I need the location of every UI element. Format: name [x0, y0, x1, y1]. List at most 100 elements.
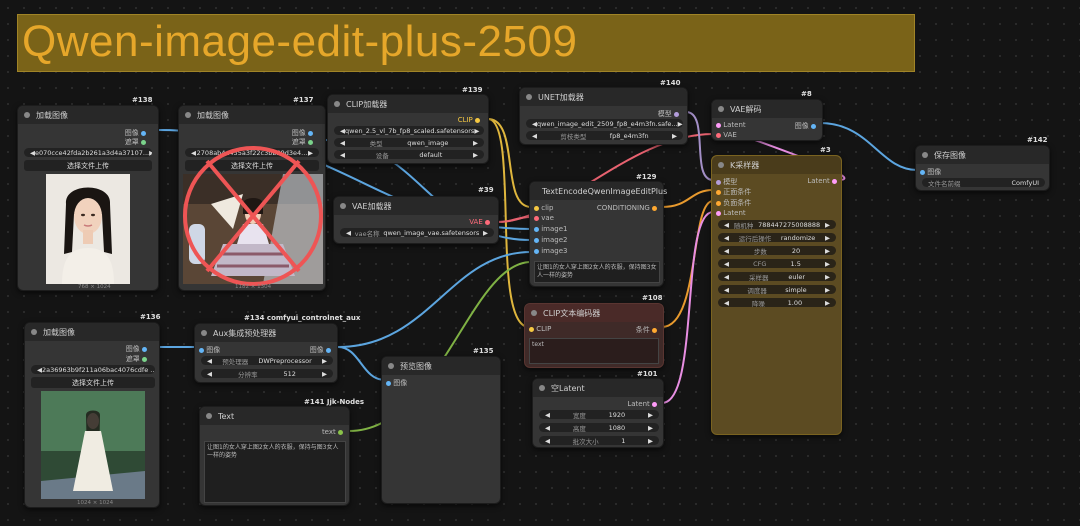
input-image[interactable]: 图像 [920, 167, 941, 177]
device-select[interactable]: ◀ 设备 default ▶ [334, 150, 484, 159]
steps-input[interactable]: ◀ 步数 20 ▶ [718, 246, 836, 255]
image-size-caption: 1182 × 1304 [235, 284, 272, 290]
input-image3[interactable]: image3 [534, 247, 568, 255]
node-text-encode-qwen[interactable]: TextEncodeQwenImageEditPlus clip vae ima… [529, 181, 668, 287]
bypass-cross-icon [183, 146, 323, 286]
output-clip[interactable]: CLIP [458, 116, 480, 124]
scheduler-select[interactable]: ◀ 调度器 simple ▶ [718, 285, 836, 294]
input-clip[interactable]: clip [534, 204, 553, 212]
input-latent[interactable]: Latent [716, 121, 746, 129]
image-preview-forest [41, 391, 145, 499]
text-input[interactable]: 让图1的女人穿上图2女人的衣服，保持与图3女人一样的姿势 [204, 441, 346, 503]
node-aux-preprocessor[interactable]: Aux集成预处理器 图像 图像 ◀ 预处理器 DWPreprocessor ▶ ◀ 分辨… [194, 323, 338, 383]
output-image[interactable]: 图像 [795, 121, 816, 131]
output-mask[interactable]: 遮罩 [125, 137, 146, 147]
node-id-140: #140 [660, 79, 681, 87]
clip-name-select[interactable]: ◀ qwen_2.5_vl_7b_fp8_scaled.safetensors ▶ [334, 126, 484, 135]
node-vae-loader[interactable]: VAE加载器 VAE ◀ vae名称 qwen_image_vae.safetens… [333, 196, 499, 244]
node-title: K采样器 [730, 160, 760, 170]
input-model[interactable]: 模型 [716, 177, 737, 187]
weight-dtype-select[interactable]: ◀ 剪枝类型 fp8_e4m3fn ▶ [526, 131, 683, 140]
denoise-input[interactable]: ◀ 降噪 1.00 ▶ [718, 298, 836, 307]
filename-prefix-input[interactable]: 文件名前缀 ComfyUI [922, 178, 1045, 187]
output-mask[interactable]: 遮罩 [126, 354, 147, 364]
wire-latent-to-sampler [661, 211, 714, 404]
input-vae[interactable]: vae [534, 214, 554, 222]
input-image1[interactable]: image1 [534, 225, 568, 233]
node-title: VAE加载器 [352, 201, 392, 211]
input-latent[interactable]: Latent [716, 209, 746, 217]
node-text[interactable]: Text text 让图1的女人穿上图2女人的衣服，保持与图3女人一样的姿势 [199, 406, 350, 506]
node-load-image-136[interactable]: 加载图像 图像 遮罩 ◀ 2a36963b9f211a06bac4076cdfe … [24, 322, 160, 508]
output-text[interactable]: text [322, 428, 343, 436]
output-conditioning[interactable]: CONDITIONING [597, 204, 657, 212]
node-id-108: #108 [642, 294, 663, 302]
node-unet-loader[interactable]: UNET加载器 模型 ◀ qwen_image_edit_2509_fp8_e4m… [519, 87, 688, 145]
input-clip[interactable]: CLIP [529, 325, 551, 333]
seed-input[interactable]: ◀ 随机种 788447275008888 ▶ [718, 220, 836, 229]
node-id-101: #101 [637, 370, 658, 378]
node-title: CLIP加载器 [346, 99, 388, 109]
upload-button[interactable]: 选择文件上传 [31, 377, 155, 388]
arrow-right-icon: ▶ [149, 148, 152, 157]
upload-button[interactable]: 选择文件上传 [24, 160, 152, 171]
input-vae[interactable]: VAE [716, 131, 737, 139]
input-negative[interactable]: 负面条件 [716, 198, 751, 208]
node-title: 保存图像 [934, 150, 966, 160]
height-input[interactable]: ◀ 高度 1080 ▶ [539, 423, 659, 432]
node-id-135: #135 [473, 347, 494, 355]
negative-prompt-textarea[interactable]: text [529, 338, 659, 364]
output-image[interactable]: 图像 [310, 345, 331, 355]
image-size-caption: 768 × 1024 [78, 284, 111, 290]
node-clip-text-encode[interactable]: CLIP文本编码器 CLIP 条件 text [524, 303, 664, 368]
output-latent[interactable]: Latent [627, 400, 657, 408]
node-title: 空Latent [551, 383, 585, 393]
node-empty-latent[interactable]: 空Latent Latent ◀ 宽度 1920 ▶ ◀ 高度 1080 ▶ ◀ 批次大小 1 ▶ [532, 378, 664, 448]
control-after-generate-select[interactable]: ◀ 运行后操作 randomize ▶ [718, 233, 836, 242]
width-input[interactable]: ◀ 宽度 1920 ▶ [539, 410, 659, 419]
output-conditioning[interactable]: 条件 [636, 325, 657, 335]
node-id-139: #139 [462, 86, 483, 94]
node-save-image[interactable]: 保存图像 图像 文件名前缀 ComfyUI [915, 145, 1050, 191]
node-ksampler[interactable]: K采样器 模型 正面条件 负面条件 Latent Latent ◀ 随机种 7884… [711, 155, 842, 435]
input-positive[interactable]: 正面条件 [716, 187, 751, 197]
file-select[interactable]: ◀2a36963b9f211a06bac4076cdfe ...▶ [31, 365, 155, 374]
node-id-141: #141 Jjk-Nodes [304, 398, 365, 406]
batch-size-input[interactable]: ◀ 批次大小 1 ▶ [539, 436, 659, 445]
output-model[interactable]: 模型 [658, 109, 679, 119]
group-title-banner[interactable]: Qwen-image-edit-plus-2509 [17, 14, 915, 72]
output-vae[interactable]: VAE [469, 218, 490, 226]
resolution-input[interactable]: ◀ 分辨率 512 ▶ [201, 369, 333, 378]
wire-aux-to-encoder [337, 251, 532, 348]
input-image[interactable]: 图像 [386, 378, 407, 388]
wire-cond-neg [661, 200, 714, 328]
cfg-input[interactable]: ◀ CFG 1.5 ▶ [718, 259, 836, 268]
node-title: TextEncodeQwenImageEditPlus [542, 186, 668, 196]
vae-name-select[interactable]: ◀ vae名称 qwen_image_vae.safetensors ▶ [340, 228, 494, 237]
sampler-select[interactable]: ◀ 采样器 euler ▶ [718, 272, 836, 281]
node-clip-loader[interactable]: CLIP加载器 CLIP ◀ qwen_2.5_vl_7b_fp8_scaled.… [327, 94, 489, 164]
node-id-137: #137 [293, 96, 314, 104]
prompt-textarea[interactable]: 让图1的女人穿上图2女人的衣服，保持图3女人一样的姿势 [534, 261, 660, 283]
node-title: Aux集成预处理器 [213, 328, 277, 338]
wire-model [685, 111, 714, 181]
unet-name-select[interactable]: ◀ qwen_image_edit_2509_fp8_e4m3fn.safe...… [526, 119, 683, 128]
file-select[interactable]: ◀ e070cce42fda2b261a3d4a37107... ▶ [24, 148, 152, 157]
node-title: Text [218, 411, 235, 421]
node-title: 加载图像 [43, 327, 75, 337]
output-image[interactable]: 图像 [126, 344, 147, 354]
node-title: UNET加载器 [538, 92, 584, 102]
node-id-142: #142 [1027, 136, 1048, 144]
image-preview-woman [46, 174, 130, 284]
node-load-image-137[interactable]: 加载图像 图像 遮罩 ◀ 2708ab4a455a3f22c3bb39d3e4..… [178, 105, 326, 291]
collapse-dot-icon[interactable] [24, 112, 30, 118]
preprocessor-select[interactable]: ◀ 预处理器 DWPreprocessor ▶ [201, 356, 333, 365]
node-vae-decode[interactable]: VAE解码 Latent VAE 图像 [711, 99, 823, 141]
input-image2[interactable]: image2 [534, 236, 568, 244]
output-latent[interactable]: Latent [807, 177, 837, 185]
clip-type-select[interactable]: ◀ 类型 qwen_image ▶ [334, 138, 484, 147]
input-image[interactable]: 图像 [199, 345, 220, 355]
node-load-image-138[interactable]: 加载图像 图像 遮罩 ◀ e070cce42fda2b261a3d4a37107.… [17, 105, 159, 291]
node-preview-image[interactable]: 预览图像 图像 [381, 356, 501, 504]
node-title: VAE解码 [730, 104, 762, 114]
